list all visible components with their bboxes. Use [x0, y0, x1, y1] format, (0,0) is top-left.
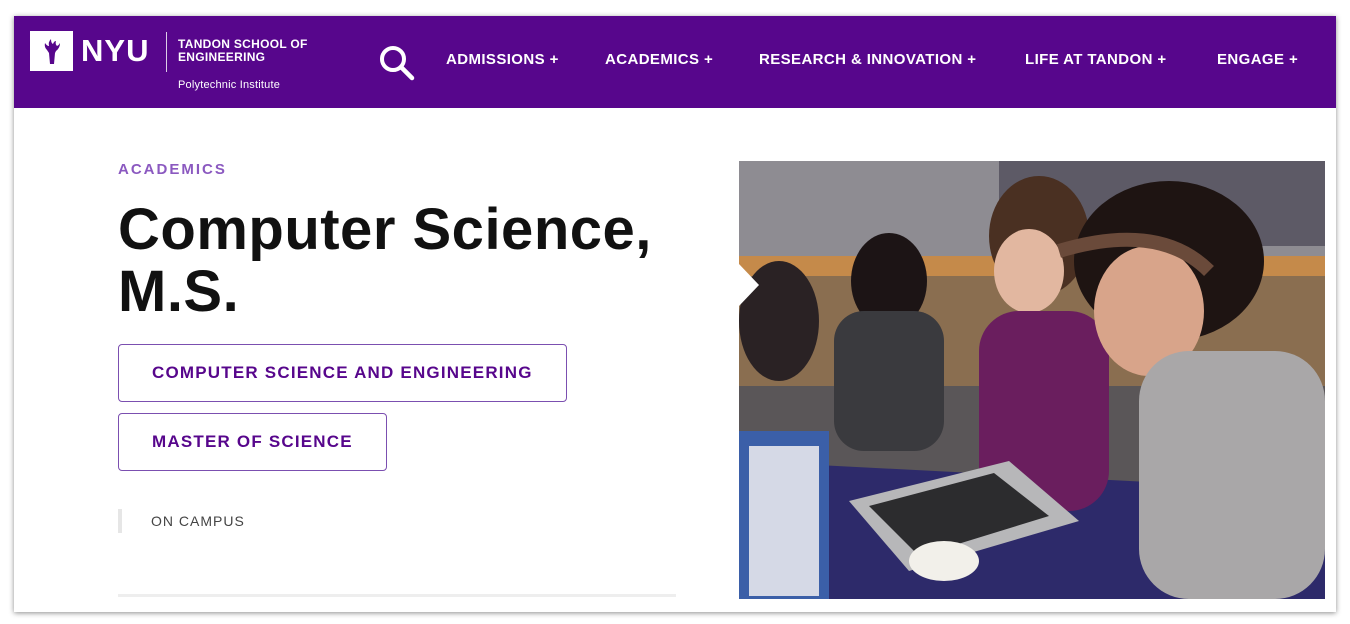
page-title: Computer Science, M.S. [118, 197, 652, 324]
logo-divider [166, 32, 167, 72]
page-frame: NYU TANDON SCHOOL OF ENGINEERING Polytec… [14, 16, 1336, 612]
school-name[interactable]: TANDON SCHOOL OF ENGINEERING [178, 38, 318, 64]
nyu-torch-icon[interactable] [30, 31, 73, 71]
hero-photo [739, 161, 1325, 599]
brand-wordmark[interactable]: NYU [81, 32, 149, 70]
nav-life-at-tandon[interactable]: LIFE AT TANDON + [1025, 51, 1167, 69]
department-tag-button[interactable]: COMPUTER SCIENCE AND ENGINEERING [118, 344, 567, 402]
nav-research-innovation[interactable]: RESEARCH & INNOVATION + [759, 51, 976, 69]
program-format: ON CAMPUS [151, 513, 245, 529]
search-icon[interactable] [378, 44, 416, 82]
photo-notch [739, 264, 759, 306]
degree-tag-button[interactable]: MASTER OF SCIENCE [118, 413, 387, 471]
site-header: NYU TANDON SCHOOL OF ENGINEERING Polytec… [14, 16, 1336, 108]
nav-engage[interactable]: ENGAGE + [1217, 51, 1298, 69]
nav-admissions[interactable]: ADMISSIONS + [446, 51, 559, 69]
section-divider [118, 594, 676, 597]
format-marker [118, 509, 122, 533]
breadcrumb-category[interactable]: ACADEMICS [118, 161, 227, 178]
nav-academics[interactable]: ACADEMICS + [605, 51, 713, 69]
school-subtitle: Polytechnic Institute [178, 79, 281, 91]
